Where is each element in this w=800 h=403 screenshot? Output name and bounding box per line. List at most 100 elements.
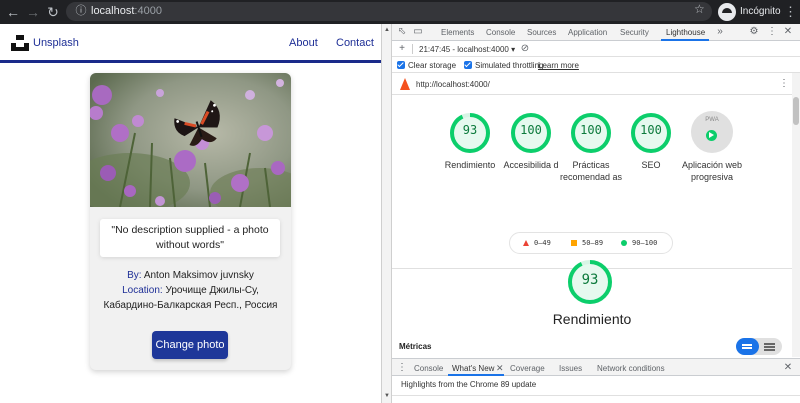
legend-pass: 90–100 — [632, 239, 658, 247]
drawer-tab-coverage[interactable]: Coverage — [510, 364, 545, 373]
devtools-tabbar: ⬁ ▭ Elements Console Sources Application… — [392, 24, 800, 41]
score-legend: 0–49 50–89 90–100 — [509, 232, 673, 254]
report-scrollbar[interactable] — [792, 73, 800, 357]
browser-toolbar: ← → ↻ ⓘ localhost:4000 ☆ Incógnito ⋮ — [0, 0, 800, 24]
nav-link-contact[interactable]: Contact — [336, 37, 374, 49]
brand-link[interactable]: Unsplash — [33, 37, 79, 49]
settings-gear-icon[interactable]: ⚙ — [748, 26, 760, 38]
whats-new-heading: Highlights from the Chrome 89 update — [401, 380, 537, 389]
location-line1: Урочище Джилы-Су, — [165, 285, 259, 296]
unsplash-logo-icon[interactable] — [11, 35, 29, 51]
legend-average: 50–89 — [582, 239, 604, 247]
gauge-best-practices[interactable]: 100 — [569, 111, 613, 155]
tab-security[interactable]: Security — [620, 28, 649, 37]
tab-lighthouse[interactable]: Lighthouse — [666, 28, 705, 37]
scrollbar-thumb[interactable] — [793, 97, 799, 125]
more-tabs-icon[interactable]: » — [714, 26, 726, 38]
report-menu-icon[interactable]: ⋮ — [778, 78, 790, 90]
author-line: By: Anton Maksimov juvnsky — [90, 268, 291, 283]
lighthouse-toolbar: + 21:47:45 - localhost:4000 ▾ ⊘ — [392, 41, 800, 57]
audited-url[interactable]: http://localhost:4000/ — [416, 80, 490, 89]
dropdown-arrow-icon: ▾ — [511, 45, 516, 54]
tab-sources[interactable]: Sources — [527, 28, 556, 37]
clear-storage-checkbox[interactable] — [397, 61, 405, 69]
simulated-throttling-checkbox[interactable] — [464, 61, 472, 69]
drawer-menu-icon[interactable]: ⋮ — [396, 362, 408, 374]
learn-more-link[interactable]: Learn more — [538, 61, 579, 70]
forward-icon[interactable]: → — [24, 3, 42, 21]
navbar-divider — [0, 60, 381, 63]
pwa-badge-text: PWA — [705, 117, 719, 123]
metrics-view-toggle[interactable] — [736, 338, 782, 355]
author-label: By: — [127, 270, 142, 281]
info-icon[interactable]: ⓘ — [74, 4, 88, 18]
performance-main-label: Rendimiento — [552, 311, 632, 327]
score-performance: 93 — [462, 123, 478, 137]
butterfly-photo — [90, 73, 291, 207]
author-name: Anton Maksimov juvnsky — [143, 270, 254, 281]
lighthouse-options: Clear storage Simulated throttling Learn… — [392, 57, 800, 73]
gauge-accessibility[interactable]: 100 — [509, 111, 553, 155]
whats-new-panel: Highlights from the Chrome 89 update — [392, 376, 800, 403]
scroll-down-arrow-icon[interactable]: ▼ — [384, 393, 390, 399]
back-icon[interactable]: ← — [4, 3, 22, 21]
drawer-tabbar: ⋮ Console What's New ✕ Coverage Issues N… — [392, 358, 800, 376]
pass-circle-icon — [621, 240, 627, 246]
devtools-panel: ⬁ ▭ Elements Console Sources Application… — [392, 24, 800, 403]
pwa-badge[interactable]: PWA — [691, 111, 733, 153]
device-toolbar-icon[interactable]: ▭ — [412, 26, 424, 38]
score-gauges: 93 Rendimiento 100 Accesibilida d 100 Pr… — [392, 95, 792, 245]
site-navbar: Unsplash About Contact — [0, 24, 381, 61]
gauge-performance[interactable]: 93 — [448, 111, 492, 155]
tab-application[interactable]: Application — [568, 28, 607, 37]
bookmark-star-icon[interactable]: ☆ — [694, 2, 705, 16]
compact-view-button[interactable] — [736, 338, 759, 355]
incognito-label: Incógnito — [740, 6, 781, 17]
tab-console[interactable]: Console — [486, 28, 515, 37]
photo-description: "No description supplied - a photo witho… — [100, 219, 280, 257]
performance-main-score: 93 — [581, 272, 599, 288]
photo-credit: By: Anton Maksimov juvnsky Location: Уро… — [90, 268, 291, 313]
location-line2: Кабардино-Балкарская Респ., Россия — [103, 300, 278, 311]
drawer-tab-issues[interactable]: Issues — [559, 364, 582, 373]
inspect-element-icon[interactable]: ⬁ — [396, 26, 408, 38]
devtools-menu-icon[interactable]: ⋮ — [766, 26, 778, 38]
nav-link-about[interactable]: About — [289, 37, 318, 49]
address-url[interactable]: localhost:4000 — [91, 5, 162, 17]
reload-icon[interactable]: ↻ — [44, 3, 62, 21]
drawer-tab-network-conditions[interactable]: Network conditions — [597, 364, 665, 373]
drawer-tab-whats-new[interactable]: What's New — [452, 364, 494, 373]
browser-menu-icon[interactable]: ⋮ — [784, 4, 797, 20]
incognito-icon[interactable] — [718, 3, 736, 21]
pwa-installable-icon — [706, 130, 717, 141]
close-drawer-icon[interactable]: ✕ — [782, 362, 794, 374]
location-line: Location: Урочище Джилы-Су, — [90, 283, 291, 298]
simulated-throttling-label: Simulated throttling — [475, 61, 544, 70]
location-label: Location: — [122, 285, 163, 296]
fail-triangle-icon — [523, 240, 529, 246]
gauge-seo[interactable]: 100 — [629, 111, 673, 155]
new-report-plus-icon[interactable]: + — [396, 43, 408, 55]
drawer-divider — [392, 395, 800, 396]
change-photo-button[interactable]: Change photo — [152, 331, 228, 359]
devtools-splitter[interactable]: ▲ ▼ — [381, 24, 392, 403]
clear-reports-icon[interactable]: ⊘ — [519, 43, 531, 55]
average-square-icon — [571, 240, 577, 246]
web-page: Unsplash About Contact "No description s… — [0, 24, 381, 403]
address-bar[interactable]: ⓘ localhost:4000 — [66, 2, 712, 21]
drawer-tab-console[interactable]: Console — [414, 364, 443, 373]
label-pwa: Aplicación web progresiva — [681, 160, 743, 182]
report-url-bar: http://localhost:4000/ ⋮ — [392, 73, 792, 95]
score-seo: 100 — [640, 123, 662, 137]
legend-fail: 0–49 — [534, 239, 551, 247]
report-selector-label: 21:47:45 - localhost:4000 — [419, 45, 509, 54]
metrics-heading: Métricas — [399, 342, 432, 351]
close-whats-new-icon[interactable]: ✕ — [496, 363, 504, 374]
close-devtools-icon[interactable]: ✕ — [782, 26, 794, 38]
score-accessibility: 100 — [520, 123, 542, 137]
toolbar-divider — [412, 44, 413, 54]
lighthouse-logo-icon — [400, 78, 410, 90]
scroll-up-arrow-icon[interactable]: ▲ — [384, 27, 390, 33]
tab-elements[interactable]: Elements — [441, 28, 474, 37]
report-selector[interactable]: 21:47:45 - localhost:4000 ▾ — [419, 45, 515, 54]
